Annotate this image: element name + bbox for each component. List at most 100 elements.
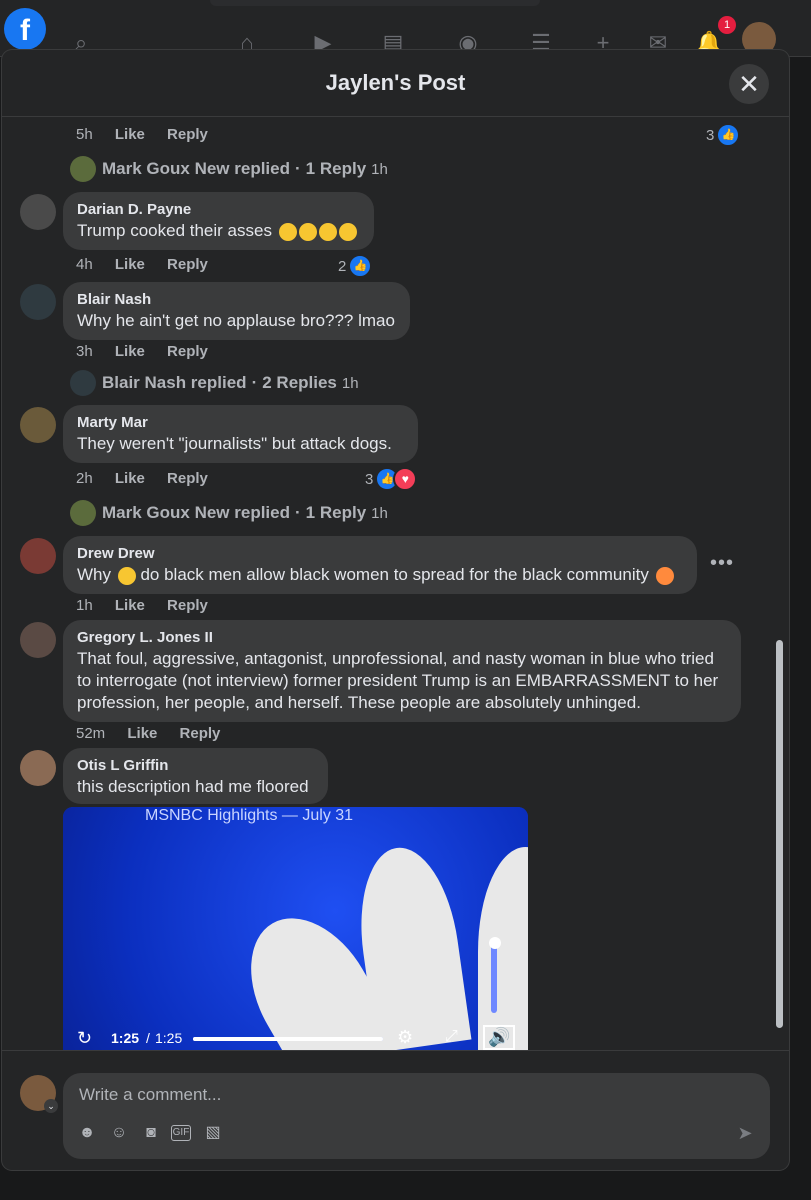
reply-count: 1 Reply [305,159,367,178]
comment-bubble: Drew Drew Why do black men allow black w… [63,536,697,594]
view-replies-link[interactable]: Blair Nash replied · 2 Replies 1h [70,370,359,396]
close-button[interactable]: ✕ [729,64,769,104]
reply-button[interactable]: Reply [167,343,208,360]
like-reaction-icon: 👍 [716,123,741,147]
volume-icon[interactable]: 🔊 [483,1025,516,1050]
comment-bubble: Marty Mar They weren't "journalists" but… [63,405,418,463]
fullscreen-icon[interactable]: ⤢ [445,1028,458,1046]
comment-text: this description had me floored [77,777,309,796]
comment-author[interactable]: Drew Drew [77,544,683,564]
like-button[interactable]: Like [115,126,145,143]
camera-icon[interactable]: ◙ [141,1123,161,1143]
comment-text-start: Why [77,565,111,584]
reply-button[interactable]: Reply [167,597,208,614]
clown-emoji-icon [655,566,674,585]
comment-text: Why he ain't get no applause bro??? lmao [77,311,395,330]
chevron-down-icon[interactable]: ⌄ [44,1099,58,1113]
send-icon[interactable]: ➤ [733,1121,757,1145]
comment-text: Trump cooked their asses [77,221,272,240]
comment-author[interactable]: Marty Mar [77,413,404,433]
rofl-emoji-icon [318,222,337,241]
reaction-count: 2 [338,257,347,275]
facebook-logo-icon[interactable]: f [4,8,46,50]
video-title: MSNBC Highlights — July 31 [145,807,354,824]
comment-author[interactable]: Otis L Griffin [77,756,314,776]
reaction-count: 3 [706,126,715,144]
commenter-avatar[interactable] [20,538,56,574]
like-button[interactable]: Like [127,725,157,742]
like-reaction-icon: 👍 [348,254,373,278]
replier-avatar [70,500,96,526]
comment-text-end: do black men allow black women to spread… [140,565,649,584]
comment-author[interactable]: Blair Nash [77,290,396,310]
reply-time: 1h [371,160,388,178]
laughing-emoji-icon [278,222,297,241]
like-button[interactable]: Like [115,256,145,273]
commenter-avatar[interactable] [20,750,56,786]
reply-button[interactable]: Reply [167,126,208,143]
comment-time: 52m [76,725,106,742]
love-reaction-icon: ♥ [393,467,418,491]
scrollbar[interactable] [773,640,783,1030]
video-attachment[interactable]: MSNBC Highlights — July 31 ↻ 1:25 / 1:25… [63,807,528,1050]
reaction-summary[interactable]: 3 👍 ♥ [365,467,418,491]
comment-time: 5h [76,126,93,143]
comment-text: They weren't "journalists" but attack do… [77,434,392,453]
replier-avatar [70,370,96,396]
sticker-icon[interactable]: ▧ [203,1123,223,1143]
video-controls: ↻ 1:25 / 1:25 ⚙ ⤢ 🔊 [63,1025,528,1050]
reply-button[interactable]: Reply [167,256,208,273]
reaction-summary[interactable]: 3 👍 [706,123,741,147]
comment-meta: 1h Like Reply [76,597,226,614]
comment-bubble: Gregory L. Jones II That foul, aggressiv… [63,620,741,722]
top-navigation-bar: f ⌕ ⌂ ▶ ▤ ◉ ☰ + ✉ 🔔 1 [0,0,811,57]
avatar-sticker-icon[interactable]: ☻ [77,1123,97,1143]
volume-slider-knob[interactable] [489,937,501,949]
comment-time: 1h [76,597,93,614]
view-replies-link[interactable]: Mark Goux New replied · 1 Reply 1h [70,500,388,526]
reaction-summary[interactable]: 2 👍 [338,254,373,278]
replier-name: Mark Goux New replied [102,159,290,178]
comment-time: 2h [76,470,93,487]
video-progress-bar[interactable] [193,1037,383,1041]
scrollbar-thumb[interactable] [776,640,783,1028]
commenter-avatar[interactable] [20,407,56,443]
comment-input[interactable] [77,1079,741,1111]
modal-header: Jaylen's Post ✕ [2,50,789,117]
comment-meta: 4h Like Reply [76,256,226,273]
commenter-avatar[interactable] [20,284,56,320]
volume-slider[interactable] [491,943,497,1013]
comment-composer[interactable]: ☻ ☺ ◙ GIF ▧ ➤ [63,1073,770,1159]
rofl-emoji-icon [338,222,357,241]
view-replies-link[interactable]: Mark Goux New replied · 1 Reply 1h [70,156,388,182]
comment-author[interactable]: Darian D. Payne [77,200,360,220]
reply-time: 1h [371,504,388,522]
close-icon: ✕ [738,69,760,99]
replier-avatar [70,156,96,182]
emoji-icon[interactable]: ☺ [109,1123,129,1143]
reaction-count: 3 [365,470,374,488]
commenter-avatar[interactable] [20,622,56,658]
reply-button[interactable]: Reply [180,725,221,742]
like-button[interactable]: Like [115,343,145,360]
background-content-peek [30,1183,430,1200]
search-bar-remnant [210,0,540,6]
video-progress-fill [193,1037,383,1041]
comment-author[interactable]: Gregory L. Jones II [77,628,727,648]
replier-name: Blair Nash replied [102,373,247,392]
replay-icon[interactable]: ↻ [77,1028,92,1049]
divider [2,1050,789,1051]
gif-icon[interactable]: GIF [171,1125,191,1141]
video-time-separator: / [146,1030,150,1046]
more-options-icon[interactable]: ••• [710,552,734,575]
settings-icon[interactable]: ⚙ [397,1027,413,1048]
reply-button[interactable]: Reply [167,470,208,487]
like-button[interactable]: Like [115,597,145,614]
replier-name: Mark Goux New replied [102,503,290,522]
post-modal: Jaylen's Post ✕ 5h Like Reply 3 👍 Mark G… [2,50,789,1170]
comment-meta: 3h Like Reply [76,343,226,360]
like-button[interactable]: Like [115,470,145,487]
reply-count: 1 Reply [305,503,367,522]
comment-time: 4h [76,256,93,273]
commenter-avatar[interactable] [20,194,56,230]
